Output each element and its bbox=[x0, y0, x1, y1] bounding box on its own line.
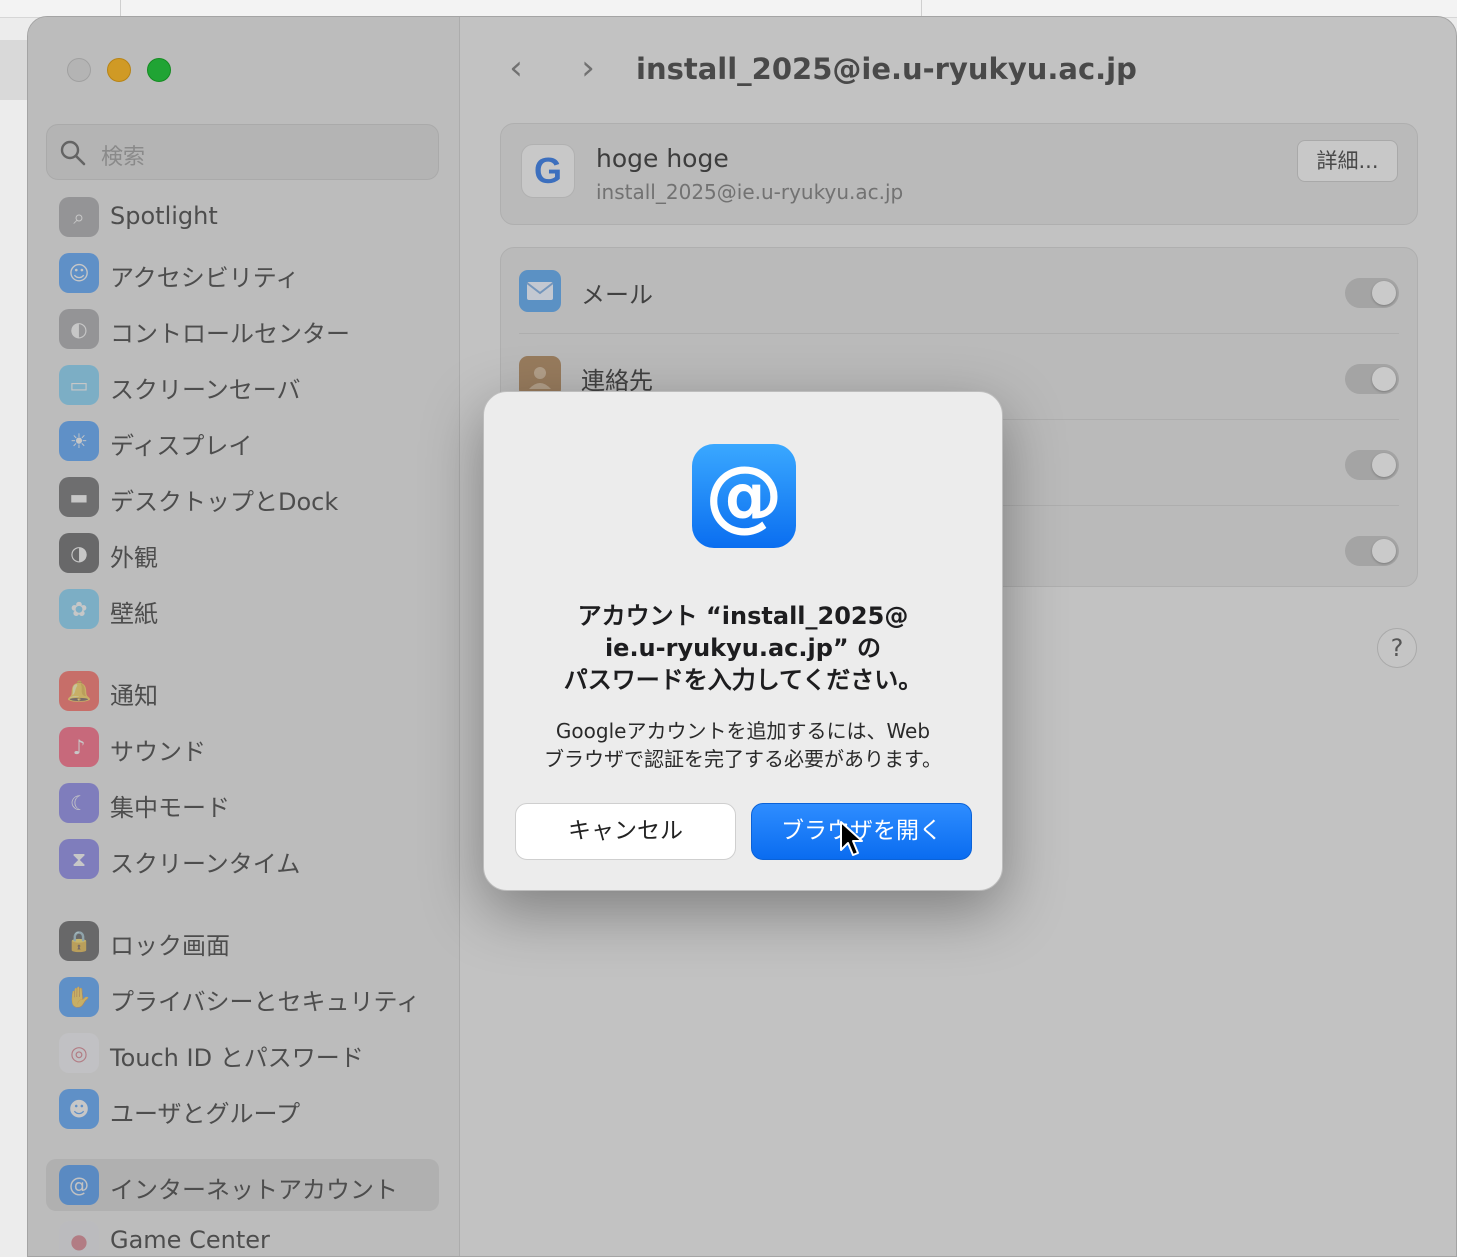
password-dialog: @ アカウント “install_2025@ ie.u-ryukyu.ac.jp… bbox=[483, 391, 1003, 891]
mouse-pointer-icon bbox=[840, 821, 863, 856]
at-icon: @ bbox=[692, 444, 796, 548]
background-window-fragment bbox=[0, 40, 28, 100]
dialog-title-line: アカウント “install_2025@ bbox=[577, 602, 909, 630]
dialog-title: アカウント “install_2025@ ie.u-ryukyu.ac.jp” … bbox=[524, 600, 962, 696]
dialog-message: Googleアカウントを追加するには、Web ブラウザで認証を完了する必要があり… bbox=[524, 717, 962, 773]
dialog-message-line: Googleアカウントを追加するには、Web bbox=[555, 719, 931, 743]
cancel-button[interactable]: キャンセル bbox=[515, 803, 736, 860]
dialog-title-line: パスワードを入力してください。 bbox=[563, 666, 923, 694]
dialog-message-line: ブラウザで認証を完了する必要があります。 bbox=[544, 747, 942, 771]
dialog-title-line: ie.u-ryukyu.ac.jp” の bbox=[604, 634, 882, 662]
